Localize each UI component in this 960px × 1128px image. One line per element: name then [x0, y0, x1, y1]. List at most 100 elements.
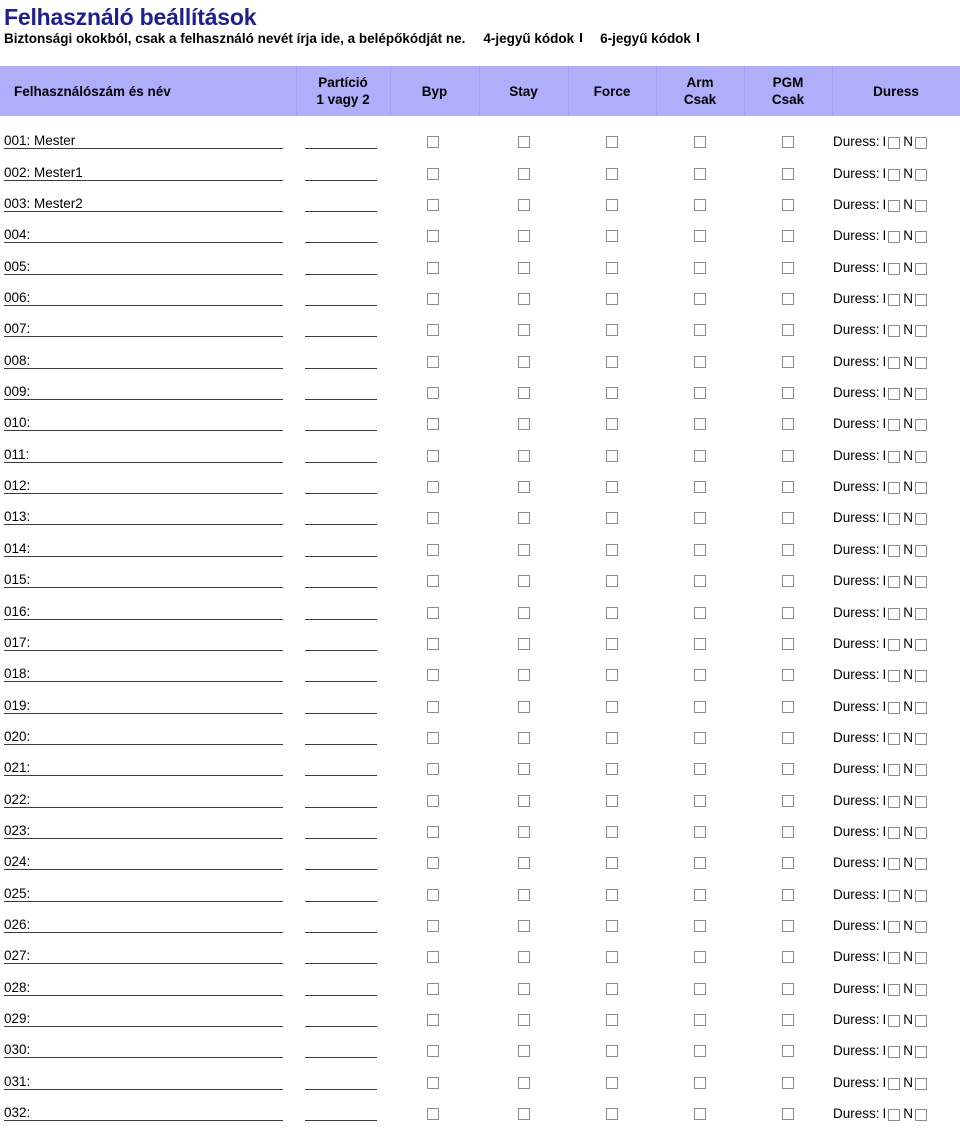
checkbox-bypass[interactable]: [427, 1108, 439, 1121]
user-name-write-line[interactable]: [4, 1057, 283, 1059]
checkbox-force[interactable]: [606, 920, 618, 933]
checkbox-arm-only[interactable]: [694, 449, 706, 462]
checkbox-arm-only[interactable]: [694, 198, 706, 211]
partition-write-line[interactable]: [305, 273, 377, 275]
checkbox-stay[interactable]: [518, 700, 530, 713]
checkbox-arm-only[interactable]: [694, 261, 706, 274]
checkbox-force[interactable]: [606, 763, 618, 776]
checkbox-duress-yes[interactable]: [888, 1077, 901, 1090]
checkbox-pgm-only[interactable]: [782, 700, 794, 713]
partition-write-line[interactable]: [305, 587, 377, 589]
checkbox-force[interactable]: [606, 293, 618, 306]
partition-write-line[interactable]: [305, 806, 377, 808]
checkbox-stay[interactable]: [518, 449, 530, 462]
partition-write-line[interactable]: [305, 399, 377, 401]
partition-write-line[interactable]: [305, 618, 377, 620]
user-name-write-line[interactable]: [4, 179, 283, 181]
checkbox-bypass[interactable]: [427, 449, 439, 462]
checkbox-duress-no[interactable]: [915, 262, 928, 275]
checkbox-force[interactable]: [606, 731, 618, 744]
checkbox-duress-yes[interactable]: [888, 576, 901, 589]
checkbox-duress-no[interactable]: [915, 168, 928, 181]
checkbox-duress-yes[interactable]: [888, 795, 901, 808]
checkbox-force[interactable]: [606, 167, 618, 180]
checkbox-duress-no[interactable]: [915, 513, 928, 526]
code-option-6-digit[interactable]: 6-jegyű kódok: [600, 31, 699, 46]
checkbox-pgm-only[interactable]: [782, 167, 794, 180]
checkbox-duress-no[interactable]: [915, 482, 928, 495]
checkbox-stay[interactable]: [518, 857, 530, 870]
checkbox-duress-no[interactable]: [915, 1077, 928, 1090]
checkbox-arm-only[interactable]: [694, 167, 706, 180]
checkbox-bypass[interactable]: [427, 261, 439, 274]
checkbox-arm-only[interactable]: [694, 230, 706, 243]
user-name-write-line[interactable]: [4, 1088, 283, 1090]
checkbox-force[interactable]: [606, 449, 618, 462]
checkbox-duress-yes[interactable]: [888, 732, 901, 745]
checkbox-bypass[interactable]: [427, 700, 439, 713]
user-name-write-line[interactable]: [4, 273, 283, 275]
checkbox-duress-no[interactable]: [915, 576, 928, 589]
checkbox-arm-only[interactable]: [694, 920, 706, 933]
checkbox-stay[interactable]: [518, 355, 530, 368]
checkbox-duress-yes[interactable]: [888, 168, 901, 181]
user-name-write-line[interactable]: [4, 587, 283, 589]
checkbox-force[interactable]: [606, 481, 618, 494]
checkbox-bypass[interactable]: [427, 167, 439, 180]
user-name-write-line[interactable]: [4, 869, 283, 871]
user-name-write-line[interactable]: [4, 618, 283, 620]
checkbox-duress-no[interactable]: [915, 826, 928, 839]
checkbox-force[interactable]: [606, 888, 618, 901]
checkbox-bypass[interactable]: [427, 920, 439, 933]
partition-write-line[interactable]: [305, 932, 377, 934]
checkbox-force[interactable]: [606, 951, 618, 964]
checkbox-force[interactable]: [606, 512, 618, 525]
checkbox-duress-no[interactable]: [915, 732, 928, 745]
checkbox-stay[interactable]: [518, 136, 530, 149]
user-name-write-line[interactable]: [4, 649, 283, 651]
checkbox-arm-only[interactable]: [694, 1076, 706, 1089]
checkbox-force[interactable]: [606, 606, 618, 619]
checkbox-arm-only[interactable]: [694, 1108, 706, 1121]
partition-write-line[interactable]: [305, 1088, 377, 1090]
checkbox-bypass[interactable]: [427, 575, 439, 588]
checkbox-bypass[interactable]: [427, 669, 439, 682]
partition-write-line[interactable]: [305, 681, 377, 683]
checkbox-pgm-only[interactable]: [782, 418, 794, 431]
checkbox-bypass[interactable]: [427, 982, 439, 995]
checkbox-stay[interactable]: [518, 794, 530, 807]
user-name-write-line[interactable]: [4, 148, 283, 150]
checkbox-bypass[interactable]: [427, 230, 439, 243]
checkbox-bypass[interactable]: [427, 543, 439, 556]
checkbox-arm-only[interactable]: [694, 293, 706, 306]
checkbox-force[interactable]: [606, 857, 618, 870]
checkbox-stay[interactable]: [518, 920, 530, 933]
checkbox-duress-yes[interactable]: [888, 858, 901, 871]
checkbox-stay[interactable]: [518, 230, 530, 243]
user-name-write-line[interactable]: [4, 1120, 283, 1122]
checkbox-stay[interactable]: [518, 637, 530, 650]
checkbox-duress-yes[interactable]: [888, 450, 901, 463]
partition-write-line[interactable]: [305, 210, 377, 212]
checkbox-duress-no[interactable]: [915, 1046, 928, 1059]
user-name-write-line[interactable]: [4, 712, 283, 714]
checkbox-duress-yes[interactable]: [888, 294, 901, 307]
checkbox-bypass[interactable]: [427, 637, 439, 650]
user-name-write-line[interactable]: [4, 493, 283, 495]
partition-write-line[interactable]: [305, 148, 377, 150]
user-name-write-line[interactable]: [4, 305, 283, 307]
checkbox-duress-yes[interactable]: [888, 983, 901, 996]
checkbox-force[interactable]: [606, 700, 618, 713]
checkbox-stay[interactable]: [518, 167, 530, 180]
checkbox-duress-no[interactable]: [915, 1015, 928, 1028]
user-name-write-line[interactable]: [4, 994, 283, 996]
partition-write-line[interactable]: [305, 461, 377, 463]
checkbox-pgm-only[interactable]: [782, 763, 794, 776]
checkbox-force[interactable]: [606, 669, 618, 682]
checkbox-duress-no[interactable]: [915, 921, 928, 934]
user-name-write-line[interactable]: [4, 932, 283, 934]
checkbox-pgm-only[interactable]: [782, 888, 794, 901]
checkbox-arm-only[interactable]: [694, 763, 706, 776]
user-name-write-line[interactable]: [4, 806, 283, 808]
checkbox-bypass[interactable]: [427, 324, 439, 337]
